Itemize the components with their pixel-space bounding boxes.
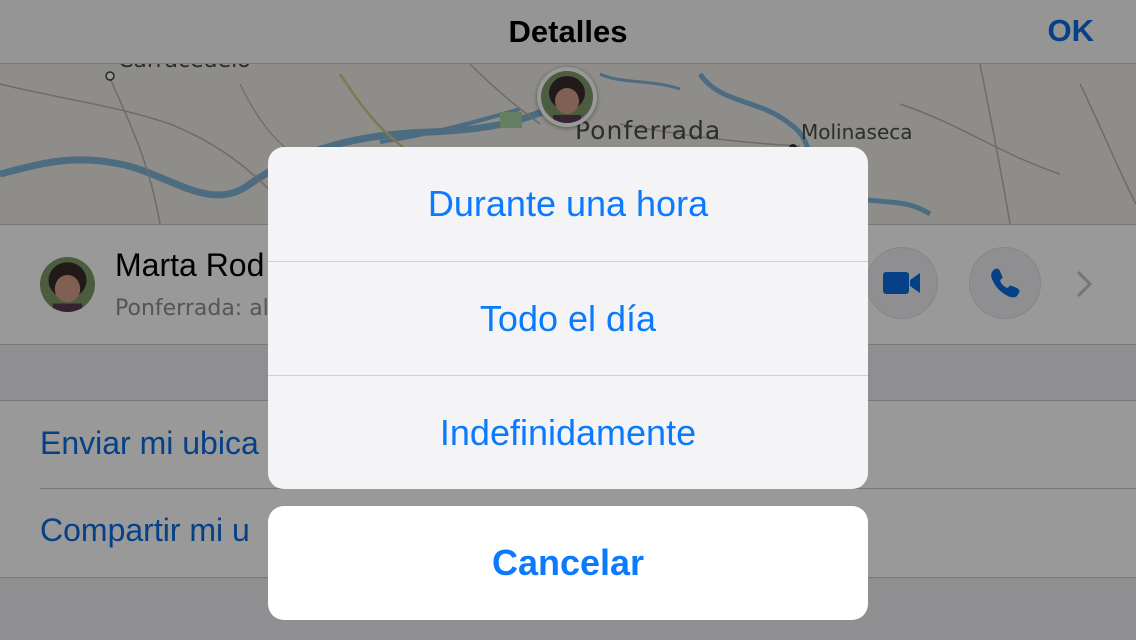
- option-one-hour[interactable]: Durante una hora: [268, 147, 868, 261]
- option-all-day[interactable]: Todo el día: [268, 262, 868, 376]
- cancel-button[interactable]: Cancelar: [268, 506, 868, 620]
- action-sheet: Durante una hora Todo el día Indefinidam…: [268, 147, 868, 489]
- option-indefinitely[interactable]: Indefinidamente: [268, 376, 868, 489]
